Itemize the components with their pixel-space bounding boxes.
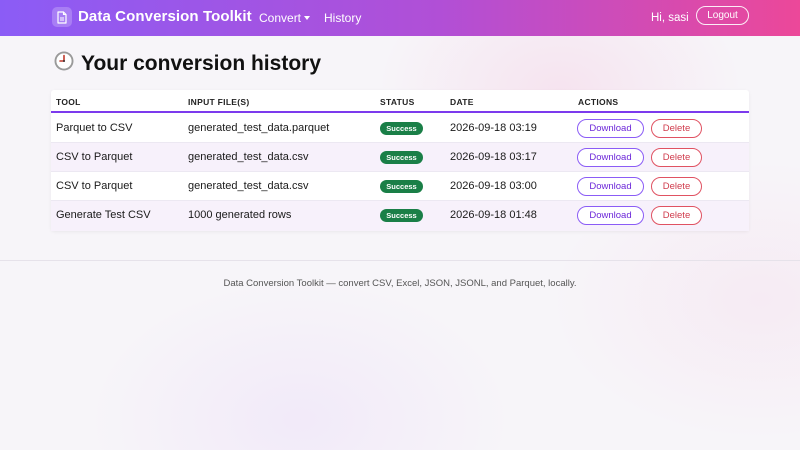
download-button[interactable]: Download — [577, 148, 644, 167]
table-row: Parquet to CSV generated_test_data.parqu… — [51, 114, 749, 143]
status-badge: Success — [380, 209, 423, 222]
cell-input-file: generated_test_data.csv — [188, 180, 309, 192]
nav-history[interactable]: History — [324, 10, 361, 26]
brand-title: Data Conversion Toolkit — [78, 8, 252, 25]
table-row: CSV to Parquet generated_test_data.csv S… — [51, 172, 749, 201]
brand[interactable]: Data Conversion Toolkit — [52, 7, 252, 27]
column-header-date: DATE — [450, 97, 474, 107]
user-greeting: Hi, sasi — [651, 12, 689, 24]
status-badge: Success — [380, 122, 423, 135]
logout-button[interactable]: Logout — [696, 6, 749, 25]
column-header-input: INPUT FILE(S) — [188, 97, 250, 107]
nav-convert-label: Convert — [259, 11, 302, 25]
footer-text: Data Conversion Toolkit — convert CSV, E… — [223, 278, 577, 289]
status-badge: Success — [380, 151, 423, 164]
chevron-down-icon — [304, 16, 311, 20]
table-row: CSV to Parquet generated_test_data.csv S… — [51, 143, 749, 172]
nav-convert[interactable]: Convert — [259, 10, 311, 26]
cell-input-file: 1000 generated rows — [188, 209, 292, 221]
history-table: TOOL INPUT FILE(S) STATUS DATE ACTIONS P… — [51, 90, 749, 231]
status-badge: Success — [380, 180, 423, 193]
file-document-icon — [52, 7, 72, 27]
navbar: Data Conversion Toolkit Convert History … — [0, 0, 800, 36]
download-button[interactable]: Download — [577, 119, 644, 138]
column-header-status: STATUS — [380, 97, 415, 107]
cell-date: 2026-09-18 03:17 — [450, 151, 537, 163]
cell-input-file: generated_test_data.csv — [188, 151, 309, 163]
cell-date: 2026-09-18 03:00 — [450, 180, 537, 192]
delete-button[interactable]: Delete — [651, 177, 702, 196]
table-row: Generate Test CSV 1000 generated rows Su… — [51, 201, 749, 231]
download-button[interactable]: Download — [577, 206, 644, 225]
footer-divider — [0, 260, 800, 261]
table-header: TOOL INPUT FILE(S) STATUS DATE ACTIONS — [51, 90, 749, 113]
cell-tool: Generate Test CSV — [56, 209, 151, 221]
page-header: Your conversion history — [53, 50, 321, 77]
delete-button[interactable]: Delete — [651, 206, 702, 225]
delete-button[interactable]: Delete — [651, 119, 702, 138]
column-header-tool: TOOL — [56, 97, 81, 107]
download-button[interactable]: Download — [577, 177, 644, 196]
cell-date: 2026-09-18 01:48 — [450, 209, 537, 221]
cell-date: 2026-09-18 03:19 — [450, 122, 537, 134]
delete-button[interactable]: Delete — [651, 148, 702, 167]
nav-history-label: History — [324, 11, 362, 25]
clock-icon — [53, 50, 75, 77]
cell-input-file: generated_test_data.parquet — [188, 122, 330, 134]
cell-tool: CSV to Parquet — [56, 180, 133, 192]
column-header-actions: ACTIONS — [578, 97, 619, 107]
page-title: Your conversion history — [81, 51, 321, 75]
cell-tool: CSV to Parquet — [56, 151, 133, 163]
cell-tool: Parquet to CSV — [56, 122, 133, 134]
